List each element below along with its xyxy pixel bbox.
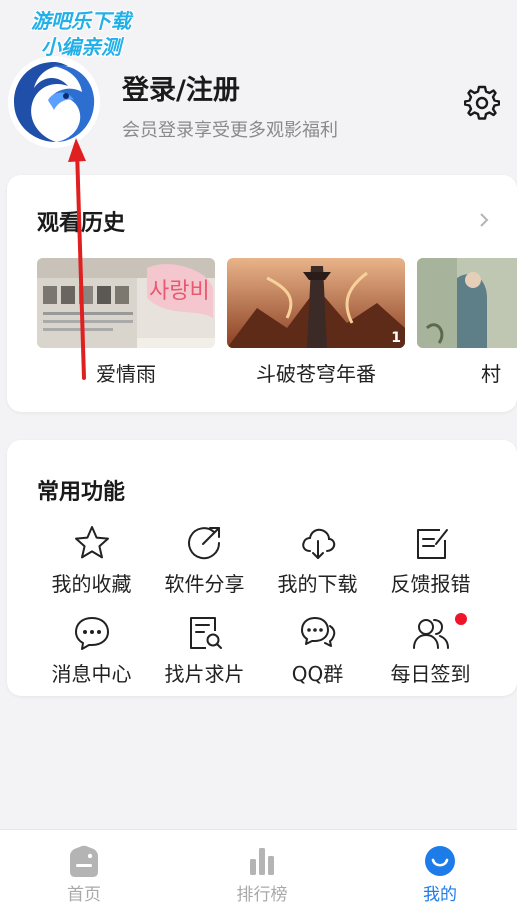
- history-item-title: 村: [481, 362, 501, 386]
- function-feedback[interactable]: 反馈报错: [374, 524, 487, 597]
- nav-ranking[interactable]: 排行榜: [202, 830, 322, 905]
- common-functions-card: 常用功能 我的收藏 软件分享 我的下载 反馈报错 消息中心 找片求片 QQ群 每…: [7, 440, 517, 696]
- function-label: 我的下载: [277, 572, 358, 596]
- common-functions-title: 常用功能: [37, 480, 126, 505]
- poster-image: [417, 258, 517, 348]
- watermark-line-2: 小编亲测: [41, 35, 121, 59]
- profile-smile-icon: [425, 846, 455, 876]
- chat-group-icon: [300, 617, 335, 647]
- function-label: 每日签到: [390, 662, 471, 686]
- function-daily-checkin[interactable]: 每日签到: [374, 614, 487, 687]
- star-icon: [74, 526, 109, 559]
- login-register-title[interactable]: 登录/注册: [122, 68, 240, 107]
- poster-image: 1: [227, 258, 405, 348]
- avatar[interactable]: [8, 56, 100, 148]
- search-file-icon: [189, 617, 222, 649]
- app-logo-icon: [8, 56, 100, 148]
- nav-label: 排行榜: [236, 885, 288, 905]
- nav-label: 首页: [67, 885, 101, 905]
- function-messages[interactable]: 消息中心: [35, 614, 148, 687]
- chevron-right-icon[interactable]: [477, 211, 491, 229]
- gear-icon: [463, 85, 501, 120]
- cloud-download-icon: [301, 528, 335, 559]
- nav-home[interactable]: 首页: [24, 830, 144, 905]
- function-favorites[interactable]: 我的收藏: [35, 524, 148, 597]
- history-item[interactable]: 사랑비 爱情雨: [37, 258, 215, 387]
- history-list: 사랑비 爱情雨 1 斗破苍穹年番 村: [37, 258, 517, 408]
- login-subtitle: 会员登录享受更多观影福利: [122, 120, 338, 141]
- function-qq-group[interactable]: QQ群: [261, 614, 374, 687]
- history-item-title: 斗破苍穹年番: [256, 362, 376, 386]
- notification-dot: [455, 613, 467, 625]
- function-downloads[interactable]: 我的下载: [261, 524, 374, 597]
- function-request-movie[interactable]: 找片求片: [148, 614, 261, 687]
- settings-button[interactable]: [463, 84, 501, 120]
- feedback-icon: [416, 529, 448, 559]
- watch-history-card: 观看历史 사랑비 爱情雨 1 斗破苍穹年番 村: [7, 175, 517, 412]
- poster-image: 사랑비: [37, 258, 215, 348]
- share-icon: [187, 527, 220, 560]
- poster-badge: 1: [391, 330, 401, 346]
- poster-korean-title: 사랑비: [149, 279, 210, 304]
- home-icon: [70, 845, 98, 877]
- watermark-line-1: 游吧乐下载: [31, 9, 131, 33]
- function-label: 软件分享: [164, 572, 245, 596]
- function-label: QQ群: [291, 662, 344, 686]
- nav-mine[interactable]: 我的: [380, 830, 500, 905]
- message-icon: [74, 617, 109, 650]
- nav-label: 我的: [423, 885, 457, 905]
- bottom-navigation: 首页 排行榜 我的: [0, 829, 517, 906]
- function-label: 消息中心: [51, 662, 132, 686]
- users-icon: [412, 619, 449, 649]
- ranking-icon: [250, 848, 274, 875]
- history-item[interactable]: 1 斗破苍穹年番: [227, 258, 405, 387]
- function-label: 找片求片: [164, 662, 245, 686]
- watch-history-title: 观看历史: [37, 211, 126, 236]
- history-item-title: 爱情雨: [96, 362, 156, 386]
- watermark: 游吧乐下载 小编亲测: [6, 8, 156, 60]
- function-label: 反馈报错: [390, 572, 471, 596]
- history-item[interactable]: 村: [417, 258, 517, 387]
- function-share[interactable]: 软件分享: [148, 524, 261, 597]
- function-label: 我的收藏: [51, 572, 132, 596]
